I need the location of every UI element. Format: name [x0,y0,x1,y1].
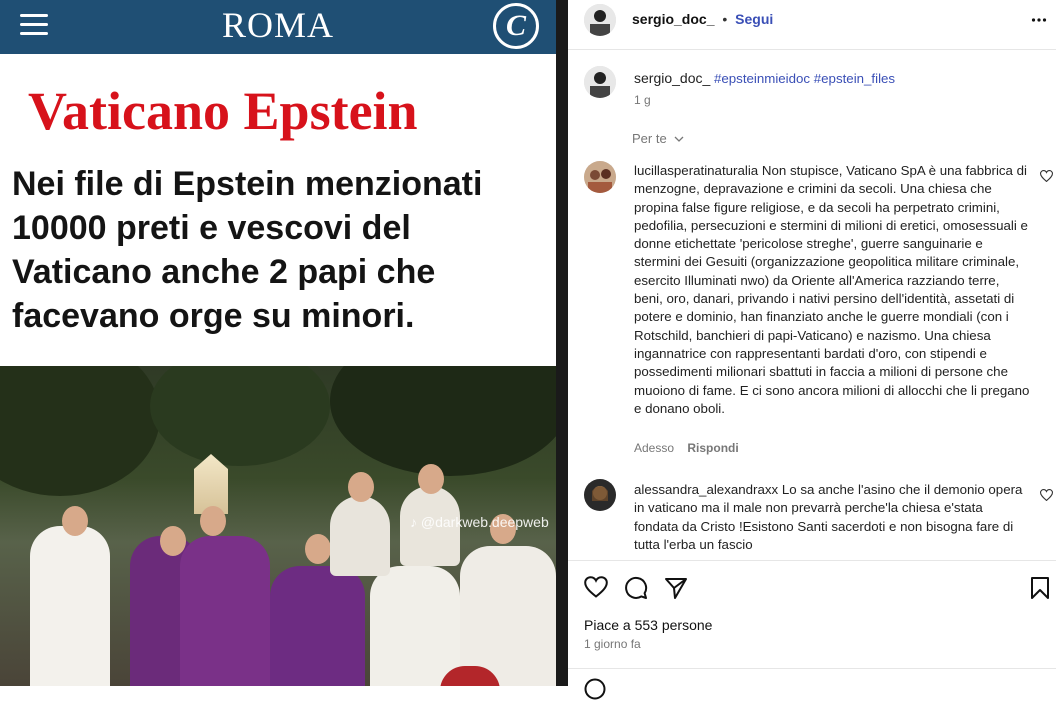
emoji-icon[interactable] [584,678,606,700]
heart-icon[interactable] [584,576,608,598]
divider [568,668,1056,669]
tree-shape [150,366,330,466]
per-te-label: Per te [632,131,667,146]
figure-robe [330,496,390,576]
comment-text: lucillasperatinaturalia Non stupisce, Va… [634,162,1030,418]
post-panel: sergio_doc_ • Segui sergio_doc_ #epstein… [568,0,1056,700]
figure-robe [30,526,110,686]
headline-red: Vaticano Epstein [28,81,418,141]
headline-line: Nei file di Epstein menzionati [12,165,483,203]
heart-icon[interactable] [1039,169,1054,183]
comment-time: Adesso [634,441,675,455]
per-te-dropdown[interactable]: Per te [632,131,684,146]
comment-body: Non stupisce, Vaticano SpA è una fabbric… [634,163,1030,416]
headline-line: 10000 preti e vescovi del [12,209,411,247]
comment-username[interactable]: lucillasperatinaturalia [634,163,758,178]
headline-line: Vaticano anche 2 papi che [12,253,436,291]
figure-robe [460,546,556,686]
reply-button[interactable]: Rispondi [687,441,738,455]
watermark-text: ♪ @darkweb.deepweb [410,514,549,530]
tree-shape [0,366,160,496]
divider [568,560,1056,561]
caption-username[interactable]: sergio_doc_ [634,70,710,86]
figure-face [305,534,331,564]
comment-avatar[interactable] [584,161,616,193]
comment-text: alessandra_alexandraxx Lo sa anche l'asi… [634,481,1030,554]
likes-count[interactable]: Piace a 553 persone [584,617,712,633]
heart-icon[interactable] [1039,488,1054,502]
clergy-photo: ♪ @darkweb.deepweb [0,366,556,686]
figure-face [348,472,374,502]
post-media[interactable]: ROMA C Vaticano Epstein Nei file di Epst… [0,0,568,686]
more-horizontal-icon[interactable] [1031,12,1047,28]
figure-robe [370,566,460,686]
caption-text: sergio_doc_ #epsteinmieidoc #epstein_fil… [634,69,1034,88]
brand-title: ROMA [221,5,335,45]
tree-shape [330,366,556,476]
comment-avatar[interactable] [584,479,616,511]
caption-avatar[interactable] [584,66,616,98]
author-username[interactable]: sergio_doc_ [632,11,714,27]
comment-username[interactable]: alessandra_alexandraxx [634,482,778,497]
author-avatar[interactable] [584,4,616,36]
figure-face [200,506,226,536]
headline-text: Nei file di Epstein menzionati 10000 pre… [12,162,552,338]
comment-icon[interactable] [624,576,648,600]
caption-time: 1 g [634,93,651,107]
figure-face [160,526,186,556]
post-header: sergio_doc_ • Segui [632,11,773,27]
caption-hashtags[interactable]: #epsteinmieidoc #epstein_files [714,71,895,86]
dot-separator: • [722,11,728,27]
post-image: ROMA C Vaticano Epstein Nei file di Epst… [0,0,556,686]
follow-button[interactable]: Segui [735,11,773,27]
comment-meta: Adesso Rispondi [634,441,739,455]
figure-face [418,464,444,494]
divider [568,49,1056,50]
figure-robe [270,566,365,686]
figure-robe [180,536,270,686]
figure-face [62,506,88,536]
headline-line: facevano orge su minori. [12,297,415,335]
article-header-bar: ROMA C [0,0,556,54]
chevron-down-icon [674,131,684,146]
brand-logo: C [493,3,539,49]
bookmark-icon[interactable] [1030,576,1050,600]
post-date: 1 giorno fa [584,637,641,651]
send-icon[interactable] [664,576,688,600]
